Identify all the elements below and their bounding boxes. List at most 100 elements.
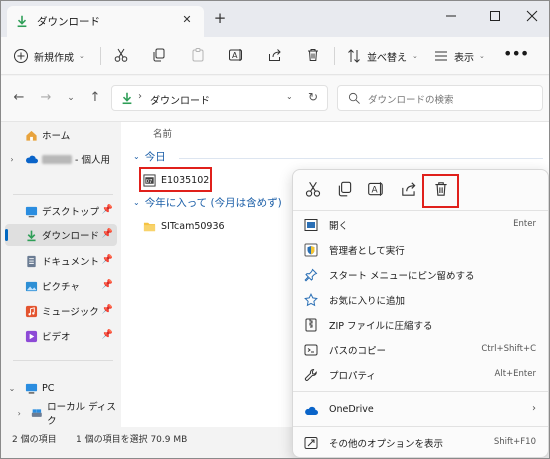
cut-icon[interactable]	[304, 180, 322, 198]
menu-item-pin-to-start[interactable]: スタート メニューにピン留めする	[293, 263, 548, 287]
view-list-icon	[435, 51, 447, 61]
address-bar[interactable]: › ダウンロード ⌄ ↻	[111, 85, 328, 111]
rename-icon[interactable]: A	[367, 180, 385, 198]
view-label: 表示	[454, 52, 474, 64]
sidebar-item-local-disk[interactable]: › ローカル ディスク	[13, 402, 117, 427]
cut-icon[interactable]	[113, 47, 129, 63]
zip-archive-icon	[305, 318, 317, 332]
toolbar-divider	[100, 47, 101, 65]
new-button[interactable]: 新規作成 ⌄	[13, 46, 85, 66]
menu-item-copy-path[interactable]: パスのコピー Ctrl+Shift+C	[293, 338, 548, 362]
cloud-icon	[26, 155, 38, 163]
menu-divider	[293, 391, 548, 392]
share-icon[interactable]	[267, 47, 283, 63]
star-icon	[304, 293, 318, 307]
sidebar-item-documents[interactable]: ドキュメント 📌	[5, 250, 117, 272]
command-bar: 新規作成 ⌄ A 並べ替え ⌄ 表示 ⌄ •••	[1, 37, 549, 75]
sidebar-item-home[interactable]: ホーム	[5, 124, 117, 146]
menu-item-run-as-admin[interactable]: 管理者として実行	[293, 238, 548, 262]
chevron-down-icon: ⌄	[79, 52, 85, 60]
share-icon[interactable]	[400, 180, 418, 198]
copy-icon[interactable]	[151, 47, 167, 63]
more-options-button[interactable]: •••	[503, 46, 529, 66]
sort-button[interactable]: 並べ替え ⌄	[346, 46, 418, 66]
download-icon	[17, 15, 27, 28]
music-icon	[25, 305, 38, 317]
address-dropdown-icon[interactable]: ⌄	[286, 92, 293, 101]
pc-icon	[25, 383, 38, 394]
pin-icon[interactable]: 📌	[102, 229, 113, 239]
menu-item-properties[interactable]: プロパティ Alt+Enter	[293, 363, 548, 387]
group-header-this-year[interactable]: ⌄ 今年に入って (今月は含めず)	[133, 195, 282, 210]
delete-icon[interactable]	[305, 47, 321, 63]
sidebar-item-label: - 個人用	[75, 155, 110, 166]
refresh-icon[interactable]: ↻	[308, 90, 318, 104]
submenu-chevron-icon: ›	[532, 403, 536, 414]
sidebar-item-label: ミュージック	[42, 307, 99, 318]
desktop-icon	[25, 206, 38, 217]
sidebar-item-desktop[interactable]: デスクトップ 📌	[5, 200, 117, 222]
pin-icon[interactable]: 📌	[102, 305, 113, 315]
video-icon	[25, 330, 38, 342]
pin-icon	[304, 268, 318, 282]
svg-text:A: A	[232, 51, 238, 60]
search-box[interactable]: ダウンロードの検索	[337, 85, 543, 111]
pin-icon[interactable]: 📌	[102, 330, 113, 340]
menu-divider	[293, 426, 548, 427]
expand-chevron-icon[interactable]: ›	[13, 409, 25, 418]
sidebar-item-label: PC	[42, 382, 55, 394]
breadcrumb-separator: ›	[138, 91, 142, 102]
item-count: 2 個の項目	[12, 435, 57, 445]
pin-icon[interactable]: 📌	[102, 255, 113, 265]
sidebar-item-downloads[interactable]: ダウンロード 📌	[5, 224, 117, 246]
sidebar-item-label: ホーム	[42, 131, 71, 142]
sidebar-item-onedrive[interactable]: › - 個人用	[5, 148, 117, 170]
sidebar-item-label: ピクチャ	[42, 282, 80, 293]
minimize-icon[interactable]	[437, 5, 465, 27]
recent-chevron-icon[interactable]: ⌄	[63, 90, 79, 106]
sidebar-item-pictures[interactable]: ピクチャ 📌	[5, 275, 117, 297]
sidebar-item-music[interactable]: ミュージック 📌	[5, 300, 117, 322]
close-window-icon[interactable]	[518, 5, 546, 27]
maximize-icon[interactable]	[481, 5, 509, 27]
tab-title: ダウンロード	[37, 16, 100, 28]
file-explorer-window: ダウンロード ✕ + 新規作成 ⌄ A 並べ替え ⌄ 表示 ⌄ ••• ← → …	[0, 0, 550, 459]
tab-close-icon[interactable]: ✕	[179, 12, 195, 28]
new-tab-button[interactable]: +	[211, 10, 229, 28]
forward-arrow-icon[interactable]: →	[38, 90, 54, 106]
view-button[interactable]: 表示 ⌄	[433, 46, 485, 66]
app-window-icon	[304, 219, 318, 231]
search-placeholder: ダウンロードの検索	[368, 95, 454, 106]
title-bar: ダウンロード ✕ +	[1, 1, 549, 37]
tab-downloads[interactable]: ダウンロード ✕	[7, 6, 204, 37]
svg-text:A: A	[372, 185, 379, 195]
menu-item-compress-zip[interactable]: ZIP ファイルに圧縮する	[293, 313, 548, 337]
sidebar-divider	[13, 194, 113, 195]
search-icon	[348, 92, 360, 104]
chevron-down-icon: ⌄	[479, 52, 485, 60]
expand-chevron-icon[interactable]: ›	[5, 155, 19, 164]
back-arrow-icon[interactable]: ←	[11, 90, 27, 106]
menu-item-onedrive[interactable]: OneDrive ›	[293, 399, 548, 423]
copy-icon[interactable]	[336, 180, 354, 198]
paste-icon[interactable]	[190, 47, 206, 63]
folder-item-sitcam50936[interactable]: SITcam50936	[143, 217, 225, 235]
pin-icon[interactable]: 📌	[102, 280, 113, 290]
toolbar-divider	[334, 47, 335, 65]
menu-item-more-options[interactable]: その他のオプションを表示 Shift+F10	[293, 431, 548, 455]
sort-label: 並べ替え	[367, 52, 407, 64]
redacted-name	[42, 154, 72, 164]
pictures-icon	[25, 281, 38, 291]
up-arrow-icon[interactable]: ↑	[87, 90, 103, 106]
menu-item-open[interactable]: 開く Enter	[293, 213, 548, 237]
sidebar-item-pc[interactable]: ⌄ PC	[5, 377, 117, 399]
sort-icon	[348, 49, 360, 63]
pin-icon[interactable]: 📌	[102, 205, 113, 215]
menu-item-add-favorites[interactable]: お気に入りに追加	[293, 288, 548, 312]
breadcrumb-downloads[interactable]: ダウンロード	[150, 92, 210, 107]
rename-icon[interactable]: A	[228, 47, 244, 63]
sidebar-item-videos[interactable]: ビデオ 📌	[5, 325, 117, 347]
collapse-chevron-icon[interactable]: ⌄	[5, 384, 19, 393]
group-header-today[interactable]: ⌄ 今日	[133, 149, 166, 164]
column-header-name[interactable]: 名前	[153, 126, 172, 140]
